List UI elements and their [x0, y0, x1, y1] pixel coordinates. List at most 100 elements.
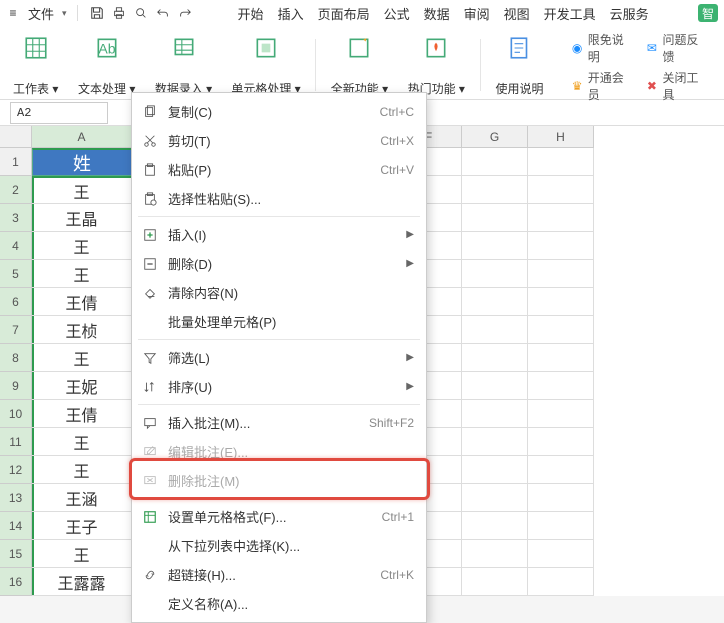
cell[interactable] [528, 540, 594, 568]
cell[interactable]: 王 [32, 232, 132, 260]
cell[interactable] [462, 344, 528, 372]
redo-icon[interactable] [176, 4, 194, 22]
tab-data[interactable]: 数据 [424, 4, 450, 23]
row-header[interactable]: 16 [0, 568, 32, 596]
col-header-H[interactable]: H [528, 126, 594, 148]
cell[interactable] [462, 428, 528, 456]
row-header[interactable]: 13 [0, 484, 32, 512]
row-header[interactable]: 7 [0, 316, 32, 344]
cell[interactable]: 姓 [32, 148, 132, 176]
group-cell[interactable]: 单元格处理 ▾ [227, 32, 305, 97]
cell[interactable]: 王 [32, 540, 132, 568]
cell[interactable]: 王 [32, 428, 132, 456]
row-header[interactable]: 3 [0, 204, 32, 232]
row-header[interactable]: 1 [0, 148, 32, 176]
link-membership[interactable]: ♛开通会员 [570, 69, 633, 103]
row-header[interactable]: 12 [0, 456, 32, 484]
menu-item[interactable]: 插入批注(M)...Shift+F2 [132, 408, 426, 437]
tab-formula[interactable]: 公式 [384, 4, 410, 23]
cell[interactable] [462, 288, 528, 316]
select-all-corner[interactable] [0, 126, 32, 148]
col-header-A[interactable]: A [32, 126, 132, 148]
cell[interactable] [462, 568, 528, 596]
menu-item[interactable]: 清除内容(N) [132, 278, 426, 307]
cell[interactable] [462, 260, 528, 288]
group-hot-features[interactable]: 热门功能 ▾ [403, 32, 470, 97]
row-header[interactable]: 14 [0, 512, 32, 540]
menu-item[interactable]: 复制(C)Ctrl+C [132, 97, 426, 126]
group-data-entry[interactable]: 数据录入 ▾ [150, 32, 217, 97]
tab-view[interactable]: 视图 [504, 4, 530, 23]
cell[interactable] [528, 176, 594, 204]
row-header[interactable]: 10 [0, 400, 32, 428]
link-free-info[interactable]: ◉限免说明 [570, 31, 633, 65]
tab-home[interactable]: 开始 [238, 4, 264, 23]
row-header[interactable]: 5 [0, 260, 32, 288]
name-box[interactable]: A2 [10, 102, 108, 124]
cell[interactable] [462, 372, 528, 400]
cell[interactable] [528, 316, 594, 344]
group-worksheet[interactable]: 工作表 ▾ [8, 32, 63, 97]
row-header[interactable]: 9 [0, 372, 32, 400]
cell[interactable] [528, 260, 594, 288]
cell[interactable]: 王桢 [32, 316, 132, 344]
undo-icon[interactable] [154, 4, 172, 22]
cell[interactable]: 王 [32, 456, 132, 484]
cell[interactable]: 王 [32, 176, 132, 204]
cell[interactable] [462, 204, 528, 232]
cell[interactable] [462, 176, 528, 204]
cell[interactable] [528, 148, 594, 176]
cell[interactable] [528, 512, 594, 540]
menu-item[interactable]: 定义名称(A)... [132, 589, 426, 618]
cell[interactable]: 王倩 [32, 288, 132, 316]
cell[interactable]: 王 [32, 344, 132, 372]
menu-item[interactable]: 删除(D)▶ [132, 249, 426, 278]
cell[interactable] [462, 400, 528, 428]
cell[interactable] [462, 456, 528, 484]
link-close-tool[interactable]: ✖关闭工具 [645, 69, 708, 103]
row-header[interactable]: 2 [0, 176, 32, 204]
row-header[interactable]: 8 [0, 344, 32, 372]
cell[interactable] [462, 512, 528, 540]
cell[interactable] [528, 372, 594, 400]
print-preview-icon[interactable] [132, 4, 150, 22]
cell[interactable] [528, 204, 594, 232]
cell[interactable] [528, 484, 594, 512]
tab-insert[interactable]: 插入 [278, 4, 304, 23]
cell[interactable] [528, 400, 594, 428]
tab-cloud[interactable]: 云服务 [610, 4, 649, 23]
tab-developer[interactable]: 开发工具 [544, 4, 596, 23]
cell[interactable] [462, 540, 528, 568]
smart-badge[interactable]: 智 [698, 4, 718, 22]
cell[interactable]: 王晶 [32, 204, 132, 232]
cell[interactable] [528, 456, 594, 484]
menu-item[interactable]: 超链接(H)...Ctrl+K [132, 560, 426, 589]
row-header[interactable]: 11 [0, 428, 32, 456]
row-header[interactable]: 4 [0, 232, 32, 260]
tab-layout[interactable]: 页面布局 [318, 4, 370, 23]
row-header[interactable]: 15 [0, 540, 32, 568]
cell[interactable]: 王子 [32, 512, 132, 540]
row-header[interactable]: 6 [0, 288, 32, 316]
cell[interactable] [528, 568, 594, 596]
menu-item[interactable]: 剪切(T)Ctrl+X [132, 126, 426, 155]
save-icon[interactable] [88, 4, 106, 22]
cell[interactable]: 王妮 [32, 372, 132, 400]
col-header-G[interactable]: G [462, 126, 528, 148]
link-feedback[interactable]: ✉问题反馈 [645, 31, 708, 65]
group-help[interactable]: 使用说明 [491, 32, 549, 97]
cell[interactable]: 王 [32, 260, 132, 288]
menu-item[interactable]: 从下拉列表中选择(K)... [132, 531, 426, 560]
menu-item[interactable]: 粘贴(P)Ctrl+V [132, 155, 426, 184]
chevron-down-icon[interactable]: ▾ [62, 8, 67, 19]
menu-icon[interactable]: ≡ [6, 6, 20, 20]
cell[interactable] [462, 232, 528, 260]
cell[interactable] [462, 316, 528, 344]
group-text[interactable]: Ab 文本处理 ▾ [73, 32, 140, 97]
cell[interactable]: 王露露 [32, 568, 132, 596]
cell[interactable] [528, 344, 594, 372]
menu-item[interactable]: 筛选(L)▶ [132, 343, 426, 372]
menu-item[interactable]: 排序(U)▶ [132, 372, 426, 401]
menu-item[interactable]: 批量处理单元格(P) [132, 307, 426, 336]
print-icon[interactable] [110, 4, 128, 22]
